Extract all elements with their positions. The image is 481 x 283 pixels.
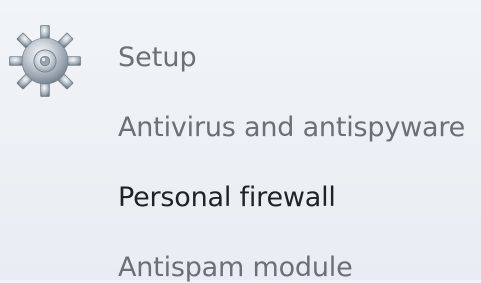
setup-menu-panel: Setup Antivirus and antispyware Personal… bbox=[0, 0, 481, 283]
gear-icon bbox=[9, 25, 81, 97]
menu-item-antispam[interactable]: Antispam module bbox=[118, 253, 353, 283]
setup-title: Setup bbox=[118, 42, 197, 73]
menu-item-antivirus[interactable]: Antivirus and antispyware bbox=[118, 113, 465, 143]
menu-item-personal-firewall[interactable]: Personal firewall bbox=[118, 183, 336, 213]
